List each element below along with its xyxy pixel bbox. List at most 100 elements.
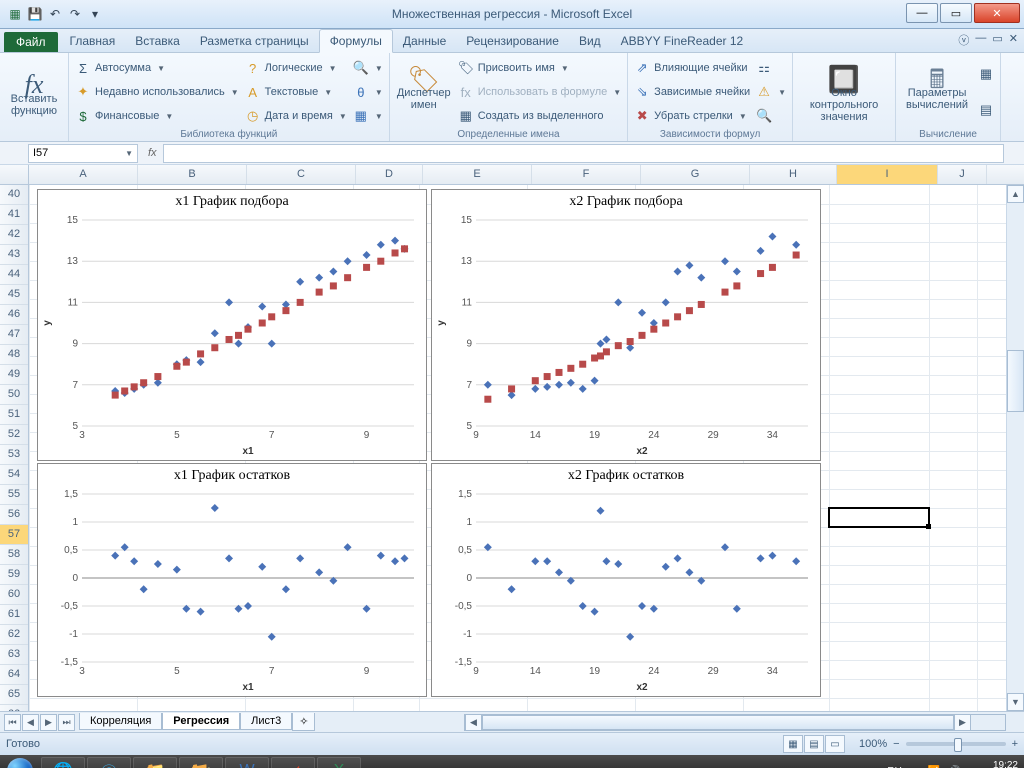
tb-word[interactable]: W	[225, 757, 269, 768]
show-formulas-button[interactable]: ⚏	[756, 58, 786, 78]
define-name-button[interactable]: 🏷Присвоить имя▼	[458, 58, 621, 78]
col-header[interactable]: A	[29, 165, 138, 184]
col-header[interactable]: J	[938, 165, 987, 184]
row-header[interactable]: 56	[0, 505, 28, 525]
text-button[interactable]: AТекстовые▼	[245, 82, 347, 102]
zoom-out-icon[interactable]: −	[893, 738, 899, 750]
sheet-tab[interactable]: Корреляция	[79, 713, 162, 730]
cells-canvas[interactable]: x1 График подбора5791113153579x1yx2 Граф…	[29, 185, 1024, 711]
vscroll-thumb[interactable]	[1007, 350, 1024, 412]
logical-button[interactable]: ?Логические▼	[245, 58, 347, 78]
tb-pdf[interactable]: ◢	[271, 757, 315, 768]
sheet-tab[interactable]: Лист3	[240, 713, 292, 730]
fx-label-icon[interactable]: fx	[142, 147, 163, 159]
tab-formulas[interactable]: Формулы	[319, 29, 393, 53]
minimize-ribbon-icon[interactable]: ⓥ	[958, 32, 969, 48]
row-header[interactable]: 55	[0, 485, 28, 505]
col-header[interactable]: I	[837, 165, 938, 184]
maximize-button[interactable]: ▭	[940, 3, 972, 23]
row-header[interactable]: 59	[0, 565, 28, 585]
qat-more-icon[interactable]: ▾	[86, 5, 104, 23]
tab-pagelayout[interactable]: Разметка страницы	[190, 30, 319, 52]
row-header[interactable]: 65	[0, 685, 28, 705]
tab-view[interactable]: Вид	[569, 30, 611, 52]
tab-home[interactable]: Главная	[60, 30, 126, 52]
col-header[interactable]: F	[532, 165, 641, 184]
row-header[interactable]: 45	[0, 285, 28, 305]
trace-precedents-button[interactable]: ⇗Влияющие ячейки	[634, 58, 750, 78]
tab-data[interactable]: Данные	[393, 30, 456, 52]
row-header[interactable]: 62	[0, 625, 28, 645]
col-header[interactable]: E	[423, 165, 532, 184]
autosum-button[interactable]: ΣАвтосумма▼	[75, 58, 239, 78]
active-cell[interactable]	[828, 507, 930, 528]
tb-explorer[interactable]: 📁	[133, 757, 177, 768]
vertical-scrollbar[interactable]: ▲ ▼	[1006, 185, 1024, 711]
row-header[interactable]: 50	[0, 385, 28, 405]
row-header[interactable]: 63	[0, 645, 28, 665]
zoom-level[interactable]: 100%	[859, 738, 887, 750]
row-header[interactable]: 57	[0, 525, 28, 545]
name-manager-button[interactable]: 🏷 Диспетчер имен	[396, 56, 452, 128]
horizontal-scrollbar[interactable]: ◀ ▶	[464, 714, 1006, 731]
minimize-button[interactable]: —	[906, 3, 938, 23]
sheet-prev-icon[interactable]: ◀	[22, 714, 39, 731]
calc-sheet-button[interactable]: ▤	[978, 100, 994, 120]
excel-icon[interactable]: ▦	[6, 5, 24, 23]
datetime-button[interactable]: ◷Дата и время▼	[245, 106, 347, 126]
doc-min-icon[interactable]: —	[975, 32, 986, 48]
embedded-chart[interactable]: x2 График остатков-1,5-1-0,500,511,59141…	[431, 463, 821, 697]
row-header[interactable]: 54	[0, 465, 28, 485]
page-layout-icon[interactable]: ▤	[804, 735, 824, 753]
embedded-chart[interactable]: x2 График подбора57911131591419242934x2y	[431, 189, 821, 461]
create-from-sel-button[interactable]: ▦Создать из выделенного	[458, 106, 621, 126]
more-fn-button[interactable]: ▦▼	[353, 106, 383, 126]
col-header[interactable]: H	[750, 165, 837, 184]
row-header[interactable]: 51	[0, 405, 28, 425]
new-sheet-button[interactable]: ✧	[292, 713, 315, 731]
row-header[interactable]: 42	[0, 225, 28, 245]
embedded-chart[interactable]: x1 График остатков-1,5-1-0,500,511,53579…	[37, 463, 427, 697]
row-header[interactable]: 64	[0, 665, 28, 685]
calc-options-button[interactable]: 🖩 Параметры вычислений	[902, 56, 972, 128]
save-icon[interactable]: 💾	[26, 5, 44, 23]
normal-view-icon[interactable]: ▦	[783, 735, 803, 753]
row-header[interactable]: 53	[0, 445, 28, 465]
financial-button[interactable]: $Финансовые▼	[75, 106, 239, 126]
zoom-slider[interactable]	[906, 742, 1006, 746]
row-header[interactable]: 52	[0, 425, 28, 445]
calc-now-button[interactable]: ▦	[978, 64, 994, 84]
select-all-corner[interactable]	[0, 165, 29, 184]
page-break-icon[interactable]: ▭	[825, 735, 845, 753]
tb-explorer2[interactable]: 📂	[179, 757, 223, 768]
evaluate-button[interactable]: 🔍	[756, 106, 786, 126]
col-header[interactable]: B	[138, 165, 247, 184]
name-box[interactable]: I57▼	[28, 144, 138, 163]
tb-chrome[interactable]: 🌐	[41, 757, 85, 768]
sheet-first-icon[interactable]: ⏮	[4, 714, 21, 731]
row-header[interactable]: 47	[0, 325, 28, 345]
row-header[interactable]: 49	[0, 365, 28, 385]
row-header[interactable]: 40	[0, 185, 28, 205]
scroll-left-icon[interactable]: ◀	[465, 715, 482, 730]
remove-arrows-button[interactable]: ✖Убрать стрелки▼	[634, 106, 750, 126]
zoom-in-icon[interactable]: +	[1012, 738, 1018, 750]
row-header[interactable]: 48	[0, 345, 28, 365]
sheet-tab[interactable]: Регрессия	[162, 713, 240, 730]
scroll-right-icon[interactable]: ▶	[954, 715, 971, 730]
row-header[interactable]: 61	[0, 605, 28, 625]
row-header[interactable]: 41	[0, 205, 28, 225]
tab-abbyy[interactable]: ABBYY FineReader 12	[611, 30, 754, 52]
hscroll-thumb[interactable]	[482, 715, 954, 730]
close-button[interactable]: ✕	[974, 3, 1020, 23]
insert-function-button[interactable]: fx Вставить функцию	[6, 56, 62, 139]
scroll-down-icon[interactable]: ▼	[1007, 693, 1024, 711]
namebox-dropdown-icon[interactable]: ▼	[125, 149, 133, 158]
row-header[interactable]: 46	[0, 305, 28, 325]
tab-insert[interactable]: Вставка	[125, 30, 190, 52]
error-check-button[interactable]: ⚠▼	[756, 82, 786, 102]
doc-close-icon[interactable]: ✕	[1009, 32, 1018, 48]
col-header[interactable]: D	[356, 165, 423, 184]
col-header[interactable]: G	[641, 165, 750, 184]
undo-icon[interactable]: ↶	[46, 5, 64, 23]
